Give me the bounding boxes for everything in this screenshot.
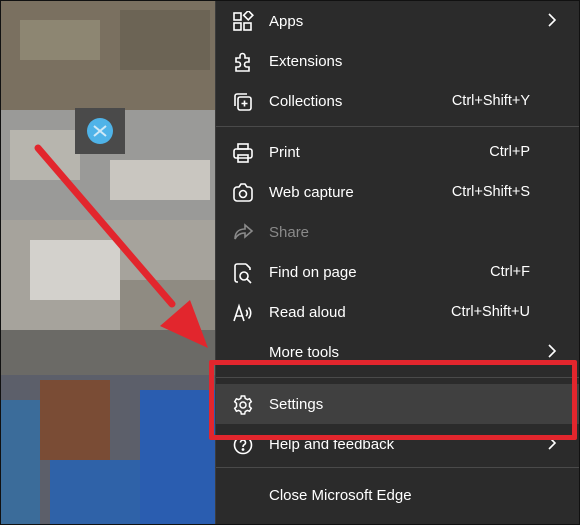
menu-item-apps[interactable]: Apps	[216, 1, 580, 41]
collections-icon	[232, 91, 254, 113]
chevron-right-icon	[546, 10, 558, 30]
menu-item-read-aloud[interactable]: Read aloud Ctrl+Shift+U	[216, 292, 580, 332]
shortcut-text: Ctrl+Shift+S	[451, 184, 530, 200]
floating-app-icon	[75, 108, 125, 154]
menu-item-label: Close Microsoft Edge	[269, 487, 412, 504]
menu-item-find-on-page[interactable]: Find on page Ctrl+F	[216, 252, 580, 292]
shortcut-text: Ctrl+Shift+Y	[451, 93, 530, 109]
menu-item-label: Share	[269, 224, 310, 241]
annotation-highlight-box	[209, 360, 577, 440]
browser-menu: Apps Extensions Collections Ctrl+Shift+Y…	[215, 0, 580, 525]
share-icon	[232, 222, 254, 244]
menu-item-label: Collections	[269, 93, 343, 110]
print-icon	[232, 142, 254, 164]
menu-separator	[216, 126, 580, 127]
menu-item-share: Share	[216, 212, 580, 252]
web-capture-icon	[232, 182, 254, 204]
menu-item-label: Find on page	[269, 264, 357, 281]
read-aloud-icon	[232, 302, 254, 324]
menu-item-close-microsoft-edge[interactable]: Close Microsoft Edge	[216, 475, 580, 515]
menu-item-label: Apps	[269, 13, 304, 30]
chevron-right-icon	[546, 341, 558, 361]
menu-item-web-capture[interactable]: Web capture Ctrl+Shift+S	[216, 172, 580, 212]
menu-item-print[interactable]: Print Ctrl+P	[216, 132, 580, 172]
shortcut-text: Ctrl+F	[490, 264, 530, 280]
menu-item-label: Extensions	[269, 53, 343, 70]
apps-icon	[232, 9, 254, 33]
menu-item-label: More tools	[269, 344, 340, 361]
shortcut-text: Ctrl+Shift+U	[451, 304, 530, 320]
menu-item-label: Read aloud	[269, 304, 346, 321]
extensions-icon	[232, 51, 254, 73]
menu-item-label: Print	[269, 144, 300, 161]
find-on-page-icon	[232, 262, 254, 284]
menu-separator	[216, 467, 580, 468]
menu-item-label: Web capture	[269, 184, 354, 201]
menu-item-collections[interactable]: Collections Ctrl+Shift+Y	[216, 81, 580, 121]
shortcut-text: Ctrl+P	[489, 144, 530, 160]
menu-item-extensions[interactable]: Extensions	[216, 41, 580, 81]
